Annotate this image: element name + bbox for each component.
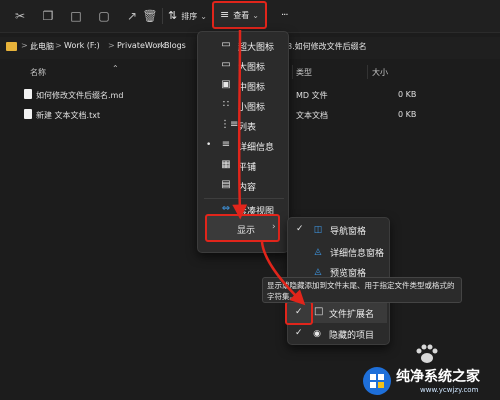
column-divider[interactable] bbox=[367, 65, 368, 79]
column-divider[interactable] bbox=[292, 65, 293, 79]
small-icons-icon: ∷ bbox=[222, 99, 230, 110]
column-size-header[interactable]: 大小 bbox=[372, 67, 388, 78]
watermark-title: 纯净系统之家 bbox=[396, 369, 480, 385]
menu-item-label: 超大图标 bbox=[238, 43, 275, 53]
menu-item-extra-large-icons[interactable]: ▭ 超大图标 bbox=[198, 36, 288, 56]
site-watermark: 纯净系统之家 www.ycwjzy.com bbox=[362, 364, 498, 398]
chevron-right-icon: > bbox=[21, 41, 28, 50]
menu-item-content[interactable]: ▤ 内容 bbox=[198, 176, 288, 196]
selected-bullet-icon: • bbox=[206, 140, 212, 150]
submenu-item-label: 隐藏的项目 bbox=[329, 331, 375, 341]
file-extension-icon: □ bbox=[314, 306, 324, 317]
watermark-url: www.ycwjzy.com bbox=[420, 386, 479, 394]
view-button[interactable]: ≡ 查看 ⌄ bbox=[212, 1, 267, 29]
submenu-item-details-pane[interactable]: ◬ 详细信息窗格 bbox=[288, 242, 389, 262]
logo-icon bbox=[363, 367, 391, 395]
chevron-right-icon: > bbox=[55, 41, 62, 50]
paw-watermark-icon bbox=[416, 344, 438, 363]
sort-label: 排序 bbox=[181, 12, 198, 21]
breadcrumb-blogs[interactable]: Blogs bbox=[164, 41, 186, 50]
menu-item-large-icons[interactable]: ▭ 大图标 bbox=[198, 56, 288, 76]
file-size: 0 KB bbox=[398, 90, 417, 99]
medium-icons-icon: ▣ bbox=[221, 79, 231, 90]
chevron-right-icon: > bbox=[108, 41, 115, 50]
large-icons-icon: ▭ bbox=[221, 59, 231, 70]
tooltip: 显示或隐藏添加到文件末尾、用于指定文件类型或格式的字符集。 bbox=[262, 277, 462, 303]
checkmark-icon: ✓ bbox=[295, 328, 303, 338]
sort-icon: ⇅ bbox=[168, 9, 178, 22]
highlight-box bbox=[285, 301, 313, 325]
folder-icon bbox=[6, 42, 17, 51]
chevron-down-icon: ⌄ bbox=[200, 12, 207, 21]
submenu-item-hidden-items[interactable]: ✓ ◉ 隐藏的项目 bbox=[287, 324, 388, 344]
menu-item-label: 详细信息 bbox=[238, 143, 275, 153]
menu-divider bbox=[204, 198, 284, 199]
share-icon[interactable]: ↗ bbox=[122, 6, 142, 26]
view-icon: ≡ bbox=[220, 8, 230, 21]
chevron-right-icon: › bbox=[272, 222, 276, 232]
submenu-item-label: 详细信息窗格 bbox=[330, 249, 385, 259]
navigation-pane-icon: ◫ bbox=[313, 225, 323, 235]
toolbar-divider bbox=[162, 8, 163, 24]
menu-item-details[interactable]: • ≡ 详细信息 bbox=[198, 136, 288, 156]
content-icon: ▤ bbox=[221, 179, 231, 190]
menu-item-label: 中图标 bbox=[238, 83, 266, 93]
extra-large-icons-icon: ▭ bbox=[221, 39, 231, 50]
file-size: 0 KB bbox=[398, 110, 417, 119]
menu-item-label: 小图标 bbox=[238, 103, 266, 113]
menu-item-label: 内容 bbox=[238, 183, 257, 193]
sort-up-icon: ⌃ bbox=[112, 64, 119, 73]
breadcrumb-current-folder[interactable]: 8.如何修改文件后缀名 bbox=[287, 41, 367, 52]
file-name: 新建 文本文档.txt bbox=[36, 111, 101, 120]
details-pane-icon: ◬ bbox=[314, 247, 322, 257]
toolbar: ✂ ❐ □ ▢ ↗ 🗑 ⇅ 排序 ⌄ ≡ 查看 ⌄ ··· bbox=[0, 0, 500, 33]
file-type: 文本文档 bbox=[296, 111, 328, 120]
column-type-header[interactable]: 类型 bbox=[296, 67, 312, 78]
submenu-item-label: 导航窗格 bbox=[330, 227, 367, 237]
menu-item-label: 平铺 bbox=[238, 163, 257, 173]
file-type: MD 文件 bbox=[296, 91, 328, 100]
menu-item-small-icons[interactable]: ∷ 小图标 bbox=[198, 96, 288, 116]
cut-icon[interactable]: ✂ bbox=[10, 6, 30, 26]
checkmark-icon: ✓ bbox=[296, 224, 304, 234]
column-name-header[interactable]: 名称 bbox=[30, 67, 46, 78]
menu-item-list[interactable]: ⋮≡ 列表 bbox=[198, 116, 288, 136]
menu-item-label: 显示 bbox=[237, 226, 256, 236]
copy-icon[interactable]: ❐ bbox=[38, 6, 58, 26]
menu-item-show[interactable]: 显示 › bbox=[205, 214, 280, 242]
file-name: 如何修改文件后缀名.md bbox=[36, 91, 124, 100]
breadcrumb-this-pc[interactable]: 此电脑 bbox=[30, 41, 54, 52]
menu-item-label: 大图标 bbox=[238, 63, 266, 73]
menu-item-label: 列表 bbox=[238, 123, 257, 133]
more-button[interactable]: ··· bbox=[281, 6, 288, 26]
tiles-icon: ▦ bbox=[221, 159, 231, 170]
submenu-item-label: 文件扩展名 bbox=[329, 310, 375, 320]
breadcrumb-work-drive[interactable]: Work (F:) bbox=[64, 41, 100, 50]
sort-button[interactable]: ⇅ 排序 ⌄ bbox=[168, 6, 207, 26]
menu-item-medium-icons[interactable]: ▣ 中图标 bbox=[198, 76, 288, 96]
file-icon bbox=[24, 89, 32, 99]
file-icon bbox=[24, 109, 32, 119]
chevron-right-icon: > bbox=[156, 41, 163, 50]
list-icon: ⋮≡ bbox=[220, 119, 239, 130]
delete-icon[interactable]: 🗑 bbox=[140, 6, 160, 26]
details-icon: ≡ bbox=[221, 139, 231, 150]
menu-item-tiles[interactable]: ▦ 平铺 bbox=[198, 156, 288, 176]
paste-icon[interactable]: □ bbox=[66, 6, 86, 26]
hidden-items-icon: ◉ bbox=[313, 329, 321, 339]
chevron-down-icon: ⌄ bbox=[252, 11, 259, 20]
rename-icon[interactable]: ▢ bbox=[94, 6, 114, 26]
view-label: 查看 bbox=[233, 11, 250, 20]
submenu-item-navigation-pane[interactable]: ✓ ◫ 导航窗格 bbox=[288, 220, 389, 240]
